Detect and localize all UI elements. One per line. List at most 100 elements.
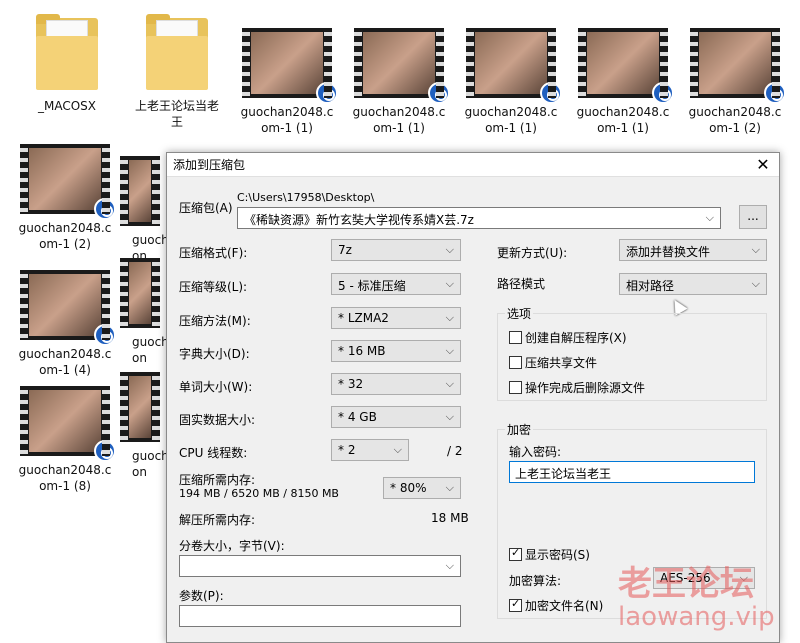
cpu-select[interactable]: * 2 ⌵: [331, 439, 409, 461]
video-thumbnail-icon: [354, 28, 450, 104]
chevron-down-icon: ⌵: [445, 344, 454, 357]
chevron-down-icon: ⌵: [445, 377, 454, 390]
level-select[interactable]: 5 - 标准压缩 ⌵: [331, 273, 461, 295]
dict-value: * 16 MB: [338, 344, 386, 358]
chevron-down-icon: ⌵: [705, 211, 714, 224]
encrypt-filenames-checkbox[interactable]: 加密文件名(N): [509, 597, 603, 614]
format-select[interactable]: 7z ⌵: [331, 239, 461, 261]
desktop-icon-label: guochan2048.c om-1 (8): [18, 463, 112, 493]
decompress-memory-value: 18 MB: [431, 511, 469, 525]
show-password-checkbox[interactable]: 显示密码(S): [509, 546, 590, 563]
word-label: 单词大小(W):: [179, 380, 253, 394]
video-thumbnail-icon: [690, 28, 786, 104]
method-select[interactable]: * LZMA2 ⌵: [331, 307, 461, 329]
option-create-sfx-label: 创建自解压程序(X): [525, 331, 627, 345]
desktop-icon-video[interactable]: guochan2048.c om-1 (2): [680, 28, 790, 136]
chevron-down-icon: ⌵: [393, 443, 402, 456]
watermark-title: 老王论坛: [618, 564, 754, 604]
video-thumbnail-icon: [20, 270, 116, 346]
player-badge-icon: [94, 440, 116, 462]
dialog-titlebar: 添加到压缩包 ✕: [167, 153, 779, 177]
archive-name-value: 《稀缺资源》新竹玄奘大学视传系婧X芸.7z: [244, 213, 474, 227]
desktop-icon-label: guochan2048.c om-1 (1): [464, 105, 558, 135]
update-mode-select[interactable]: 添加并替换文件 ⌵: [619, 239, 767, 261]
dict-select[interactable]: * 16 MB ⌵: [331, 340, 461, 362]
player-badge-icon: [428, 82, 450, 104]
video-thumbnail-icon: [20, 386, 116, 462]
password-label: 输入密码:: [509, 445, 562, 459]
path-mode-label: 路径模式: [497, 277, 546, 291]
memory-percent-value: * 80%: [390, 481, 427, 495]
desktop-icon-label: guochan2048.c om-1 (1): [576, 105, 670, 135]
desktop-icon-video[interactable]: guochan2048.c om-1 (1): [232, 28, 342, 136]
show-password-label: 显示密码(S): [525, 548, 590, 562]
desktop-icon-label: guoch on: [132, 335, 166, 365]
option-compress-shared[interactable]: 压缩共享文件: [509, 354, 597, 371]
video-thumbnail-icon: [20, 144, 116, 220]
solid-select[interactable]: * 4 GB ⌵: [331, 406, 461, 428]
desktop-icon-video[interactable]: guochan2048.c om-1 (8): [10, 386, 120, 494]
level-value: 5 - 标准压缩: [338, 279, 406, 293]
video-thumbnail-icon: [120, 156, 160, 226]
method-value: * LZMA2: [338, 311, 389, 325]
params-label: 参数(P):: [179, 589, 224, 603]
options-title: 选项: [505, 305, 534, 322]
cpu-label: CPU 线程数:: [179, 446, 248, 460]
watermark-url: laowang.vip: [618, 602, 775, 632]
word-value: * 32: [338, 377, 364, 391]
decompress-memory-label: 解压所需内存:: [179, 513, 256, 527]
split-label: 分卷大小，字节(V):: [179, 539, 285, 553]
desktop-icon-video[interactable]: guoch on: [120, 258, 166, 366]
chevron-down-icon: ⌵: [445, 481, 454, 494]
desktop-icon-label: _MACOSX: [37, 99, 96, 113]
player-badge-icon: [540, 82, 562, 104]
desktop-icon-folder-laowang[interactable]: 上老王论坛当老 王: [122, 14, 232, 130]
dict-label: 字典大小(D):: [179, 347, 250, 361]
video-thumbnail-icon: [242, 28, 338, 104]
option-create-sfx[interactable]: 创建自解压程序(X): [509, 329, 627, 346]
checkbox-icon: [509, 381, 522, 394]
option-delete-source[interactable]: 操作完成后删除源文件: [509, 379, 645, 396]
checkbox-icon: [509, 331, 522, 344]
cpu-total: / 2: [447, 444, 463, 458]
solid-label: 固实数据大小:: [179, 413, 256, 427]
desktop-icon-macosx[interactable]: _MACOSX: [12, 14, 122, 114]
player-badge-icon: [316, 82, 338, 104]
split-size-combo[interactable]: ⌵: [179, 555, 461, 577]
chevron-down-icon: ⌵: [751, 277, 760, 290]
path-mode-select[interactable]: 相对路径 ⌵: [619, 273, 767, 295]
format-label: 压缩格式(F):: [179, 246, 248, 260]
dialog-title: 添加到压缩包: [173, 158, 246, 172]
password-input[interactable]: 上老王论坛当老王: [509, 461, 755, 483]
desktop-icon-video[interactable]: guochan2048.c om-1 (4): [10, 270, 120, 378]
memory-detail: 194 MB / 6520 MB / 8150 MB: [179, 487, 339, 500]
browse-button[interactable]: ...: [739, 205, 767, 229]
cpu-value: * 2: [338, 443, 356, 457]
video-thumbnail-icon: [120, 258, 160, 328]
params-input[interactable]: [179, 605, 461, 627]
level-label: 压缩等级(L):: [179, 280, 248, 294]
word-select[interactable]: * 32 ⌵: [331, 373, 461, 395]
chevron-down-icon: ⌵: [445, 559, 454, 572]
player-badge-icon: [652, 82, 674, 104]
close-icon[interactable]: ✕: [753, 155, 773, 174]
chevron-down-icon: ⌵: [445, 311, 454, 324]
archive-name-combo[interactable]: 《稀缺资源》新竹玄奘大学视传系婧X芸.7z ⌵: [237, 207, 721, 229]
desktop-icon-video[interactable]: guoch on: [120, 372, 166, 480]
desktop-icon-label: guochan2048.c om-1 (4): [18, 347, 112, 377]
memory-percent-select[interactable]: * 80% ⌵: [383, 477, 461, 499]
encryption-title: 加密: [505, 421, 534, 438]
desktop-icon-label: guochan2048.c om-1 (1): [240, 105, 334, 135]
desktop-icon-video[interactable]: guochan2048.c om-1 (2): [10, 144, 120, 252]
player-badge-icon: [94, 198, 116, 220]
folder-icon: [146, 14, 208, 92]
format-value: 7z: [338, 243, 352, 257]
desktop-icon-video[interactable]: guochan2048.c om-1 (1): [568, 28, 678, 136]
method-label: 压缩方法(M):: [179, 314, 251, 328]
chevron-down-icon: ⌵: [445, 410, 454, 423]
desktop-icon-video[interactable]: guochan2048.c om-1 (1): [344, 28, 454, 136]
update-mode-value: 添加并替换文件: [626, 245, 711, 259]
solid-value: * 4 GB: [338, 410, 377, 424]
desktop-icon-video[interactable]: guochan2048.c om-1 (1): [456, 28, 566, 136]
desktop-icon-video[interactable]: guoch on: [120, 156, 166, 264]
